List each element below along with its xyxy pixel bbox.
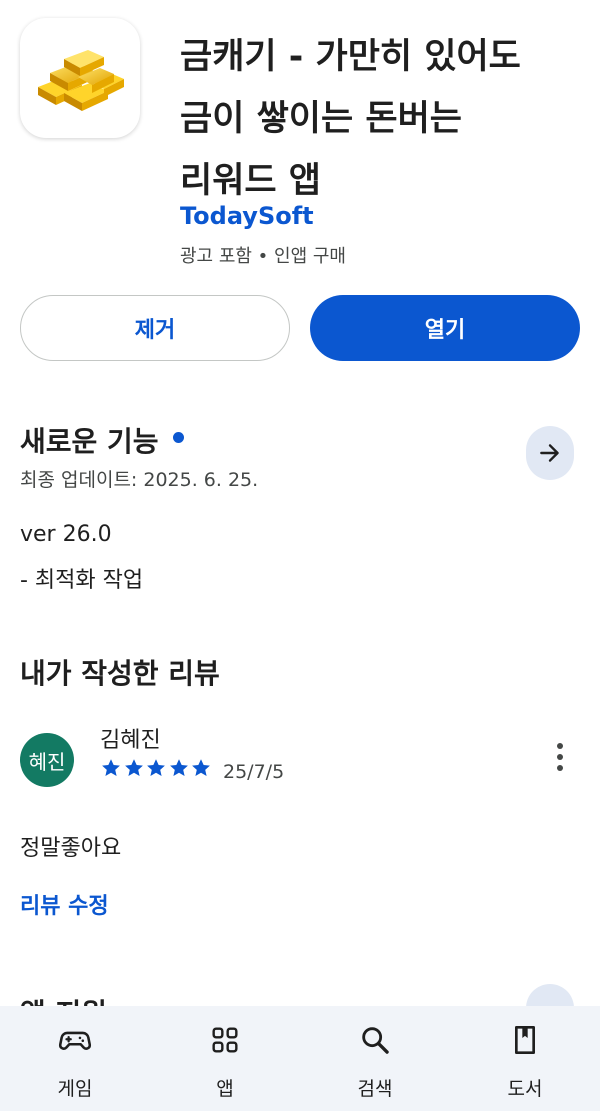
last-updated: 최종 업데이트: 2025. 6. 25. [20,469,259,491]
nav-apps[interactable]: 앱 [150,1006,300,1111]
whats-new-arrow-button[interactable] [526,426,574,480]
whats-new-header: 새로운 기능 [20,420,184,460]
review-text: 정말좋아요 [20,836,122,861]
app-meta: 광고 포함 • 인앱 구매 [180,246,346,267]
star-icon [102,759,120,776]
more-vert-dot [557,765,563,771]
new-indicator-dot [172,431,184,443]
apps-grid-icon [207,1022,243,1058]
nav-apps-label: 앱 [216,1078,234,1100]
release-note-version: ver 26.0 [20,522,112,547]
gamepad-icon [57,1022,93,1058]
whats-new-title: 새로운 기능 [20,425,159,458]
nav-search-label: 검색 [357,1078,393,1100]
app-title: 금캐기 - 가만히 있어도 금이 쌓이는 돈버는 리워드 앱 [180,26,580,212]
star-icon [124,759,143,776]
remove-button[interactable]: 제거 [20,295,290,361]
more-options-button[interactable] [544,737,576,777]
bottom-navigation: 게임 앱 검색 도서 [0,1006,600,1111]
app-title-line-2: 금이 쌓이는 돈버는 [180,99,462,139]
more-vert-dot [557,754,563,760]
nav-games-label: 게임 [57,1078,93,1100]
arrow-right-icon [540,444,559,462]
nav-books[interactable]: 도서 [450,1006,600,1111]
open-button[interactable]: 열기 [310,295,580,361]
more-vert-icon [557,743,563,749]
search-icon [357,1022,393,1058]
release-note-item: - 최적화 작업 [20,568,144,593]
nav-books-label: 도서 [507,1078,543,1100]
star-icon [147,759,165,776]
gold-bars-icon [20,18,140,138]
edit-review-link[interactable]: 리뷰 수정 [20,888,109,920]
developer-link[interactable]: TodaySoft [180,202,314,230]
star-rating [100,757,213,779]
nav-search[interactable]: 검색 [300,1006,450,1111]
nav-games[interactable]: 게임 [0,1006,150,1111]
star-icon [169,759,188,776]
star-icon [192,759,210,776]
avatar: 혜진 [20,733,74,787]
app-title-line-1: 금캐기 - 가만히 있어도 [180,37,521,77]
book-icon [507,1022,543,1058]
reviewer-name: 김혜진 [100,728,161,753]
review-date: 25/7/5 [223,761,285,783]
app-header: 금캐기 - 가만히 있어도 금이 쌓이는 돈버는 리워드 앱 TodaySoft… [0,0,600,280]
my-review-title: 내가 작성한 리뷰 [20,657,220,690]
